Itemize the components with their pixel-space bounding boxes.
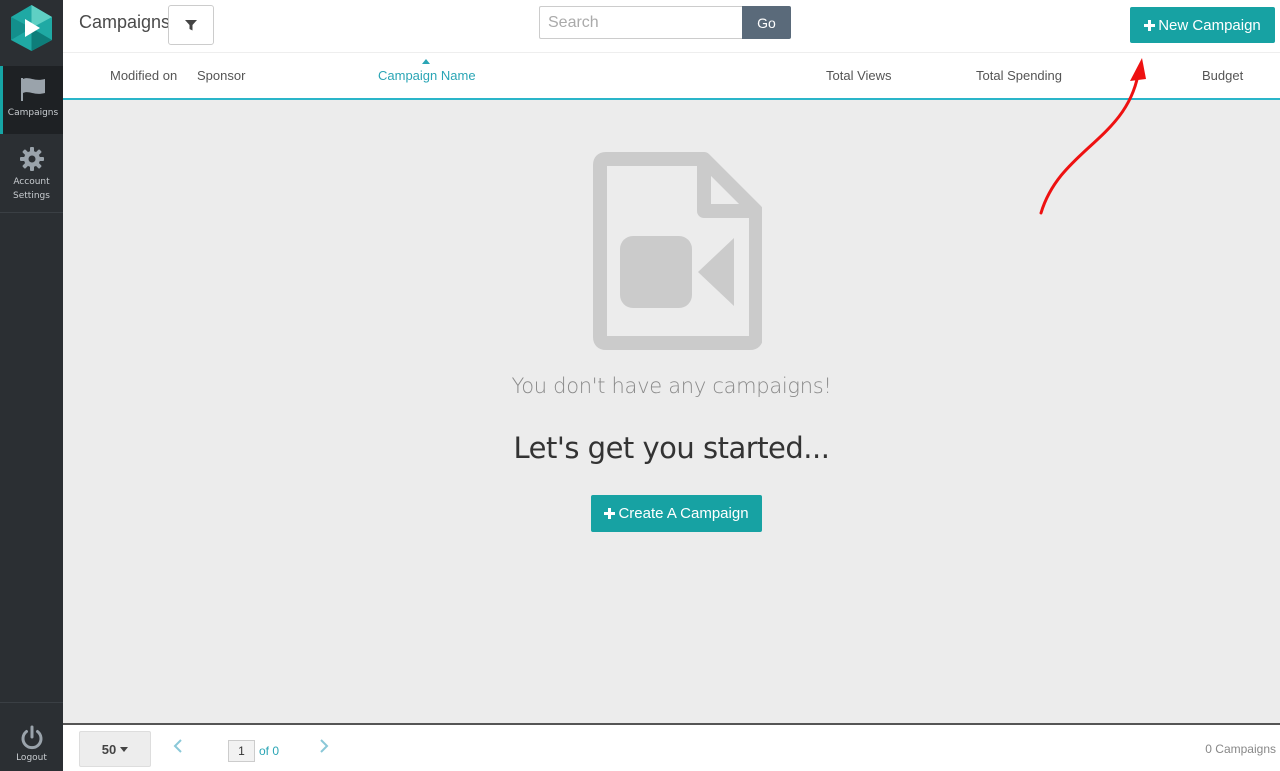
empty-state-heading: Let's get you started...	[513, 431, 830, 465]
plus-icon	[604, 508, 616, 519]
new-campaign-button[interactable]: New Campaign	[1130, 7, 1275, 43]
sidebar-item-account-settings[interactable]: Account Settings	[0, 146, 63, 212]
sort-asc-icon	[422, 59, 430, 64]
chevron-right-icon[interactable]	[319, 739, 329, 753]
video-file-icon	[593, 152, 762, 350]
logout-button[interactable]: Logout	[0, 725, 63, 763]
pagination-footer: 50 of 0 0 Campaigns	[63, 723, 1280, 771]
annotation-arrow-icon	[1039, 58, 1146, 215]
app-logo[interactable]	[9, 4, 54, 52]
per-page-value: 50	[101, 741, 117, 757]
sidebar-item-label: Campaigns	[7, 108, 59, 118]
column-sponsor[interactable]: Sponsor	[197, 68, 245, 83]
logout-label: Logout	[16, 753, 47, 763]
top-header: Campaigns Go New Campaign	[63, 0, 1280, 52]
flag-icon	[21, 78, 45, 101]
column-total-views[interactable]: Total Views	[826, 68, 892, 83]
empty-state-message: You don't have any campaigns!	[511, 374, 832, 398]
column-budget[interactable]: Budget	[1202, 68, 1243, 83]
column-modified-on[interactable]: Modified on	[110, 68, 177, 83]
search-input[interactable]	[539, 6, 742, 39]
sidebar-divider	[0, 212, 63, 213]
page-total: of 0	[259, 744, 280, 758]
page-number-input[interactable]	[228, 740, 255, 762]
sidebar-item-campaigns[interactable]: Campaigns	[0, 66, 63, 134]
caret-down-icon	[120, 746, 129, 752]
filter-icon	[185, 20, 197, 31]
sidebar-item-label: Account Settings	[13, 177, 50, 201]
chevron-left-icon[interactable]	[173, 739, 183, 753]
plus-icon	[1144, 19, 1156, 31]
sidebar-divider	[0, 702, 63, 703]
column-campaign-name[interactable]: Campaign Name	[378, 68, 476, 83]
filter-button[interactable]	[168, 5, 214, 45]
create-campaign-label: Create A Campaign	[618, 505, 749, 522]
power-icon	[21, 725, 42, 750]
go-button[interactable]: Go	[742, 6, 791, 39]
new-campaign-label: New Campaign	[1158, 16, 1261, 34]
gear-icon	[19, 147, 44, 171]
campaign-count: 0 Campaigns	[1205, 742, 1276, 756]
page-title: Campaigns	[79, 12, 171, 32]
per-page-dropdown[interactable]: 50	[79, 731, 151, 767]
create-campaign-button[interactable]: Create A Campaign	[591, 495, 762, 532]
